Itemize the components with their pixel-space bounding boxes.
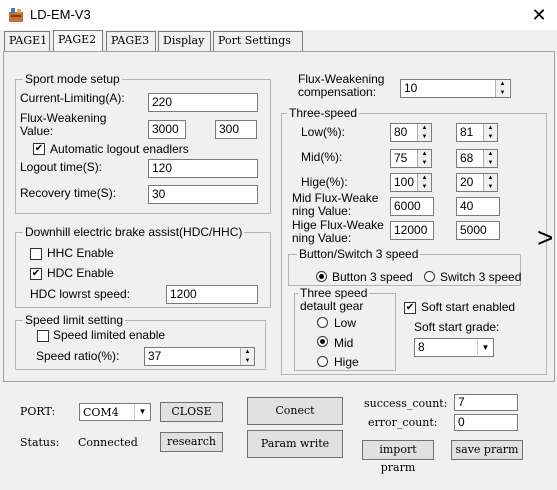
speed-limit-enable-checkbox[interactable] <box>37 330 49 342</box>
low-label: Low(%): <box>301 125 346 139</box>
switch-3-speed-label: Switch 3 speed <box>440 270 521 284</box>
button-3-speed-radio[interactable] <box>316 271 327 282</box>
success-count-field[interactable]: 7 <box>454 394 518 411</box>
close-port-button[interactable]: CLOSE <box>160 402 223 422</box>
default-gear-label: Three speed <box>298 286 370 300</box>
mid-spinner-a[interactable]: ▲ ▼ <box>417 150 431 167</box>
mid-flux-label: Mid Flux-Weake <box>292 191 379 205</box>
logout-time-label: Logout time(S): <box>20 160 103 174</box>
flux-comp-spinner[interactable]: ▲ ▼ <box>495 80 509 97</box>
chevron-down-icon[interactable]: ▼ <box>477 340 493 355</box>
soft-start-label: Soft start enabled <box>421 300 516 314</box>
speed-limit-enable-label: Speed limited enable <box>53 328 166 342</box>
tab-page1[interactable]: PAGE1 <box>4 31 50 51</box>
gear-mid-radio[interactable] <box>317 336 328 347</box>
high-spinner-a[interactable]: ▲ ▼ <box>417 174 431 191</box>
current-limit-label: Current-Limiting(A): <box>20 91 125 105</box>
speed-ratio-input[interactable]: 37 <box>144 347 255 366</box>
low-spinner-a[interactable]: ▲ ▼ <box>417 124 431 141</box>
soft-start-grade-value: 8 <box>418 340 425 354</box>
port-select-value: COM4 <box>83 406 119 419</box>
param-write-button[interactable]: Param write <box>247 430 343 458</box>
window-title: LD-EM-V3 <box>30 7 91 22</box>
sport-mode-label: Sport mode setup <box>23 72 122 86</box>
tab-display[interactable]: Display <box>158 31 211 51</box>
hdc-lowest-speed-label: HDC lowrst speed: <box>30 287 131 301</box>
error-count-field[interactable]: 0 <box>454 414 518 431</box>
speed-ratio-spinner[interactable]: ▲ ▼ <box>240 348 254 365</box>
gear-high-radio[interactable] <box>317 356 328 367</box>
hdc-enable-label: HDC Enable <box>47 266 114 280</box>
low-spinner-b[interactable]: ▲ ▼ <box>483 124 497 141</box>
port-chevron-down-icon[interactable]: ▼ <box>134 404 150 419</box>
flux-weakening-input-b[interactable]: 300 <box>215 120 257 139</box>
next-page-arrow-icon[interactable]: > <box>537 222 553 254</box>
app-icon <box>8 7 24 23</box>
soft-start-checkbox[interactable]: ✔ <box>404 302 416 314</box>
hhc-enable-label: HHC Enable <box>47 246 114 260</box>
auto-logout-checkbox[interactable]: ✔ <box>33 143 45 155</box>
high-flux-label: Hige Flux-Weake <box>292 218 384 232</box>
status-label: Status: <box>20 436 60 449</box>
mid-flux-label-2: ning Value: <box>292 204 352 218</box>
button-switch-label: Button/Switch 3 speed <box>297 247 421 261</box>
gear-high-label: Hige <box>334 355 359 369</box>
mid-spinner-b[interactable]: ▲ ▼ <box>483 150 497 167</box>
success-count-label: success_count: <box>364 397 448 410</box>
downhill-label: Downhill electric brake assist(HDC/HHC) <box>23 225 245 239</box>
connect-button[interactable]: Conect <box>247 397 343 425</box>
flux-weakening-input-a[interactable]: 3000 <box>148 120 186 139</box>
gear-low-label: Low <box>334 316 357 330</box>
mid-label: Mid(%): <box>301 150 343 164</box>
soft-start-grade-label: Soft start grade: <box>414 320 500 334</box>
three-speed-label: Three-speed <box>287 106 360 120</box>
flux-weakening-value-label: Value: <box>20 124 54 138</box>
high-flux-input-a[interactable]: 12000 <box>390 221 434 240</box>
flux-comp-label-2: compensation: <box>298 85 377 99</box>
save-param-button[interactable]: save prarm <box>451 440 523 460</box>
tab-port-settings[interactable]: Port Settings <box>213 31 303 51</box>
tab-page2[interactable]: PAGE2 <box>53 30 103 52</box>
logout-time-input[interactable]: 120 <box>148 159 258 178</box>
recovery-time-label: Recovery time(S): <box>20 186 117 200</box>
flux-weakening-label: Flux-Weakening <box>20 111 107 125</box>
default-gear-label-2: detault gear <box>298 299 366 313</box>
research-button[interactable]: research <box>160 432 223 452</box>
gear-mid-label: Mid <box>334 336 354 350</box>
recovery-time-input[interactable]: 30 <box>148 185 258 204</box>
close-window-icon[interactable]: ✕ <box>525 3 553 27</box>
speed-ratio-label: Speed ratio(%): <box>36 349 120 363</box>
port-label: PORT: <box>20 405 56 418</box>
mid-flux-input-b[interactable]: 40 <box>456 197 500 216</box>
hhc-enable-checkbox[interactable] <box>30 248 42 260</box>
flux-comp-label: Flux-Weakening <box>298 72 385 86</box>
switch-3-speed-radio[interactable] <box>424 271 435 282</box>
button-3-speed-label: Button 3 speed <box>332 270 413 284</box>
tab-page3[interactable]: PAGE3 <box>106 31 156 51</box>
error-count-label: error_count: <box>368 416 438 429</box>
high-spinner-b[interactable]: ▲ ▼ <box>483 174 497 191</box>
mid-flux-input-a[interactable]: 6000 <box>390 197 434 216</box>
hdc-lowest-speed-input[interactable]: 1200 <box>166 285 258 304</box>
speed-limit-label: Speed limit setting <box>23 313 126 327</box>
gear-low-radio[interactable] <box>317 317 328 328</box>
hdc-enable-checkbox[interactable]: ✔ <box>30 268 42 280</box>
high-label: Hige(%): <box>301 175 348 189</box>
current-limit-input[interactable]: 220 <box>148 93 258 112</box>
auto-logout-label: Automatic logout enadlers <box>50 142 189 156</box>
high-flux-input-b[interactable]: 5000 <box>456 221 500 240</box>
high-flux-label-2: ning Value: <box>292 231 352 245</box>
import-param-button[interactable]: import prarm <box>362 440 434 474</box>
status-value: Connected <box>78 436 138 449</box>
